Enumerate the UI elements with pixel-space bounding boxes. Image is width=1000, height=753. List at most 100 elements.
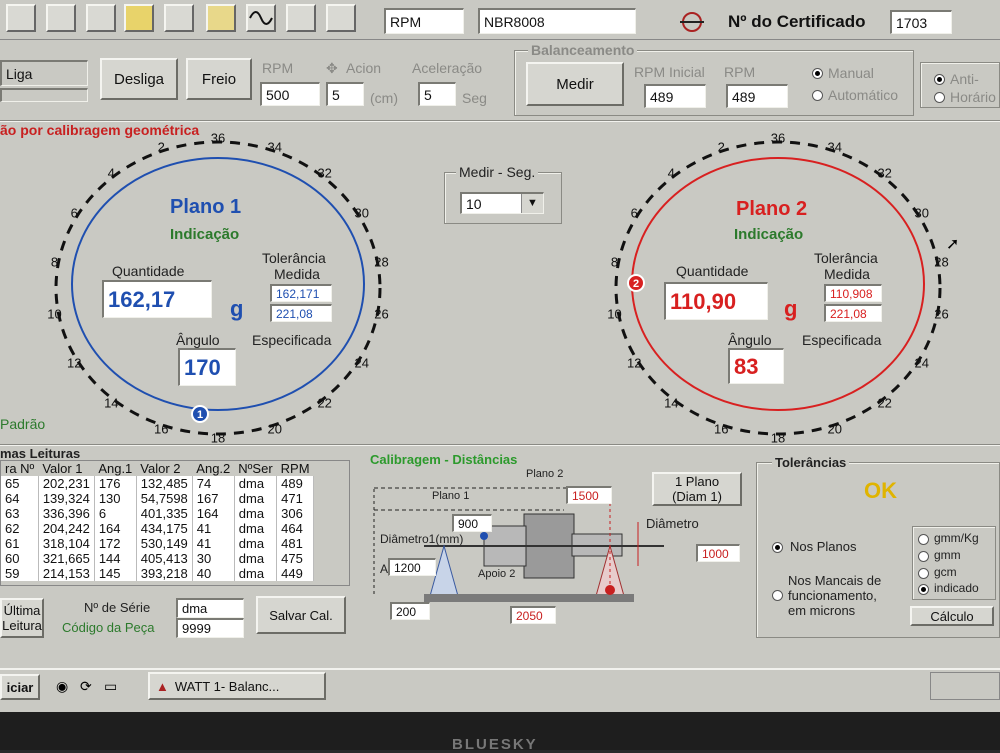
- graph-icon[interactable]: [286, 4, 316, 32]
- codigo-field[interactable]: 9999: [176, 618, 244, 638]
- automatico-label: Automático: [828, 87, 899, 103]
- dial-tick-label: 24: [354, 355, 369, 371]
- distance-200[interactable]: 200: [390, 602, 430, 620]
- gmm-radio[interactable]: [918, 551, 929, 562]
- serie-field[interactable]: dma: [176, 598, 244, 618]
- medir-seg-select[interactable]: 10 ▼: [460, 192, 544, 214]
- distance-1200[interactable]: 1200: [388, 558, 436, 576]
- distance-900[interactable]: 900: [452, 514, 492, 532]
- tolerancia-status: OK: [864, 478, 897, 503]
- ultima-label: Última: [3, 603, 41, 618]
- wave-icon[interactable]: [246, 4, 276, 32]
- plano2-tolerancia-label: Tolerância: [814, 250, 878, 266]
- distance-2050[interactable]: 2050: [510, 606, 556, 624]
- dial-tick-label: 32: [877, 165, 892, 181]
- certificate-field[interactable]: 1703: [890, 10, 952, 34]
- horario-radio[interactable]: [934, 92, 945, 103]
- dial-tick-label: 28: [934, 254, 949, 270]
- start-button[interactable]: iciar: [0, 674, 40, 700]
- acion-input[interactable]: 5: [326, 82, 364, 106]
- dial-tick-label: 6: [70, 205, 78, 221]
- rpm-input[interactable]: 500: [260, 82, 320, 106]
- table-row[interactable]: 63 336,396 6 401,335 164 dma 306: [1, 506, 315, 521]
- table-cell: 393,218: [136, 566, 193, 581]
- readings-header-cell: Ang.1: [98, 461, 133, 476]
- plano1-tolerancia-medida: 162,171: [270, 284, 332, 302]
- dial-tick-label: 16: [713, 421, 729, 437]
- dial-tick-label: 24: [914, 355, 929, 371]
- horario-label: Horário: [950, 89, 996, 105]
- accel-input[interactable]: 5: [418, 82, 456, 106]
- calculo-button[interactable]: Cálculo: [910, 606, 994, 626]
- plano1-tolerancia-label: Tolerância: [262, 250, 326, 266]
- readings-table-frame: ra Nº Valor 1 Ang.1 Valor 2 Ang.2 NºSer RPM 65…: [0, 460, 350, 586]
- gmmkg-radio[interactable]: [918, 534, 929, 545]
- um-plano-button[interactable]: 1 Plano (Diam 1): [652, 472, 742, 506]
- table-cell: 321,665: [38, 551, 95, 566]
- rpm-label: RPM: [262, 60, 294, 76]
- readings-table[interactable]: ra Nº Valor 1 Ang.1 Valor 2 Ang.2 NºSer RPM 65…: [1, 461, 315, 581]
- list-icon[interactable]: [326, 4, 356, 32]
- table-row[interactable]: 65 202,231 176 132,485 74 dma 489: [1, 476, 315, 491]
- acion-unit: (cm): [370, 90, 398, 106]
- rpm-inicial-label: RPM Inicial: [634, 64, 705, 80]
- plano2-medida-label: Medida: [824, 266, 870, 282]
- manual-radio[interactable]: [812, 68, 823, 79]
- indicado-radio[interactable]: [918, 584, 929, 595]
- browser-icon[interactable]: ◉: [56, 678, 68, 695]
- chart-icon[interactable]: [86, 4, 116, 32]
- open-icon[interactable]: [6, 4, 36, 32]
- plano2-diagram-label: Plano 2: [526, 468, 564, 480]
- table-cell: 59: [1, 566, 39, 581]
- sync-icon[interactable]: ⟳: [80, 678, 92, 695]
- automatico-radio[interactable]: [812, 90, 823, 101]
- freio-button[interactable]: Freio: [186, 58, 252, 100]
- exchange-icon[interactable]: [676, 8, 708, 36]
- status-strip: [0, 88, 88, 102]
- rotor-icon[interactable]: [164, 4, 194, 32]
- medir-button[interactable]: Medir: [526, 62, 624, 106]
- report-icon[interactable]: [206, 4, 236, 32]
- dial-tick-label: 2: [157, 139, 165, 155]
- dial-tick-label: 34: [827, 139, 842, 155]
- table-row[interactable]: 60 321,665 144 405,413 30 dma 475: [1, 551, 315, 566]
- readings-header-cell: Valor 1: [42, 461, 83, 476]
- table-cell: 204,242: [38, 521, 95, 536]
- rpm-balance-field: 489: [726, 84, 788, 108]
- taskbar-watt-item[interactable]: ▲ WATT 1- Balanc...: [148, 672, 326, 700]
- notes-icon[interactable]: [124, 4, 154, 32]
- table-row[interactable]: 61 318,104 172 530,149 41 dma 481: [1, 536, 315, 551]
- dial-tick-label: 4: [667, 165, 675, 181]
- mouse-cursor-icon: ➚: [946, 236, 960, 253]
- salvar-cal-button[interactable]: Salvar Cal.: [256, 596, 346, 634]
- readings-title: mas Leituras: [0, 446, 81, 461]
- nos-mancais-radio[interactable]: [772, 590, 783, 601]
- dial-tick-label: 22: [877, 395, 892, 411]
- gcm-radio[interactable]: [918, 568, 929, 579]
- distance-1500[interactable]: 1500: [566, 486, 612, 504]
- table-cell: 318,104: [38, 536, 95, 551]
- table-row[interactable]: 62 204,242 164 434,175 41 dma 464: [1, 521, 315, 536]
- table-cell: dma: [234, 566, 278, 581]
- anti-horario-radio[interactable]: [934, 74, 945, 85]
- desliga-button[interactable]: Desliga: [100, 58, 178, 100]
- dial-tick-label: 34: [267, 139, 282, 155]
- dial-tick-label: 20: [267, 421, 282, 437]
- table-cell: 489: [276, 476, 315, 491]
- table-row[interactable]: 64 139,324 130 54,7598 167 dma 471: [1, 491, 315, 506]
- folder-icon[interactable]: ▭: [104, 678, 117, 695]
- table-row[interactable]: 59 214,153 145 393,218 40 dma 449: [1, 566, 315, 581]
- dial-tick-label: 32: [317, 165, 332, 181]
- serie-label: Nº de Série: [84, 600, 151, 615]
- table-cell: 336,396: [38, 506, 95, 521]
- distance-1000[interactable]: 1000: [696, 544, 740, 562]
- ultima-leitura-button[interactable]: Última Leitura: [0, 598, 44, 638]
- table-cell: 6: [94, 506, 137, 521]
- table-icon[interactable]: [46, 4, 76, 32]
- chevron-down-icon[interactable]: ▼: [521, 194, 543, 213]
- readings-header-cell: ra Nº: [5, 461, 35, 476]
- readings-header-cell: Valor 2: [140, 461, 181, 476]
- liga-field: Liga: [0, 60, 88, 86]
- nos-planos-radio[interactable]: [772, 542, 783, 553]
- dial-tick-label: 36: [210, 130, 226, 146]
